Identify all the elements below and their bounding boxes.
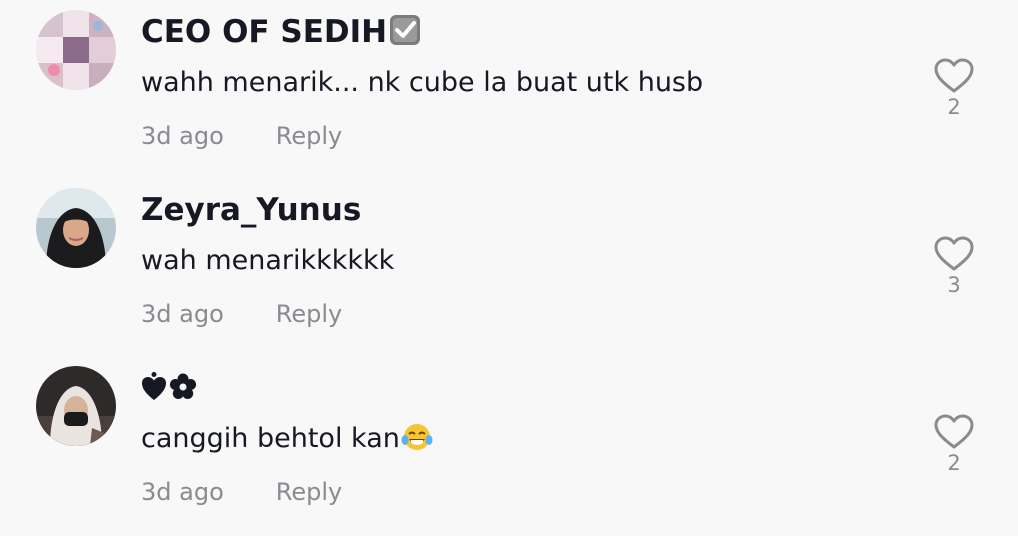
comment-username[interactable]: Zeyra_Yunus bbox=[141, 190, 361, 230]
verified-checkbox-icon bbox=[389, 14, 421, 56]
comment-meta: 3d ago Reply bbox=[141, 118, 342, 154]
like-button[interactable]: 3 bbox=[930, 236, 978, 298]
like-count: 3 bbox=[947, 273, 961, 297]
comment-text: wahh menarik... nk cube la buat utk husb bbox=[141, 67, 704, 98]
like-count: 2 bbox=[947, 95, 961, 119]
comment-text: canggih behtol kan bbox=[141, 420, 433, 463]
comment-meta: 3d ago Reply bbox=[141, 474, 342, 510]
comment-meta: 3d ago Reply bbox=[141, 296, 342, 332]
comment-item: Zeyra_Yunus wah menarikkkkkk 3d ago Reply… bbox=[0, 178, 1018, 356]
comment-time: 3d ago bbox=[141, 300, 224, 328]
comment-username[interactable] bbox=[141, 368, 197, 408]
comment-item: CEO OF SEDIH wahh menarik... nk cube la … bbox=[0, 0, 1018, 178]
avatar[interactable] bbox=[36, 188, 116, 268]
reply-button[interactable]: Reply bbox=[276, 478, 342, 506]
comment-list: CEO OF SEDIH wahh menarik... nk cube la … bbox=[0, 0, 1018, 536]
like-button[interactable]: 2 bbox=[930, 414, 978, 476]
comment-username[interactable]: CEO OF SEDIH bbox=[141, 12, 421, 56]
reply-button[interactable]: Reply bbox=[276, 122, 342, 150]
tears-of-joy-emoji bbox=[401, 422, 433, 463]
comment-text: wah menarikkkkkk bbox=[141, 245, 395, 276]
comment-time: 3d ago bbox=[141, 478, 224, 506]
like-count: 2 bbox=[947, 451, 961, 475]
comment-time: 3d ago bbox=[141, 122, 224, 150]
avatar[interactable] bbox=[36, 366, 116, 446]
comment-item: canggih behtol kan 3d ago Reply 2 bbox=[0, 356, 1018, 534]
reply-button[interactable]: Reply bbox=[276, 300, 342, 328]
heart-exclamation-icon bbox=[142, 372, 166, 400]
heart-outline-icon bbox=[934, 58, 974, 93]
like-button[interactable]: 2 bbox=[930, 58, 978, 120]
heart-outline-icon bbox=[934, 414, 974, 449]
flower-icon bbox=[169, 373, 197, 399]
heart-outline-icon bbox=[934, 236, 974, 271]
avatar[interactable] bbox=[36, 10, 116, 90]
